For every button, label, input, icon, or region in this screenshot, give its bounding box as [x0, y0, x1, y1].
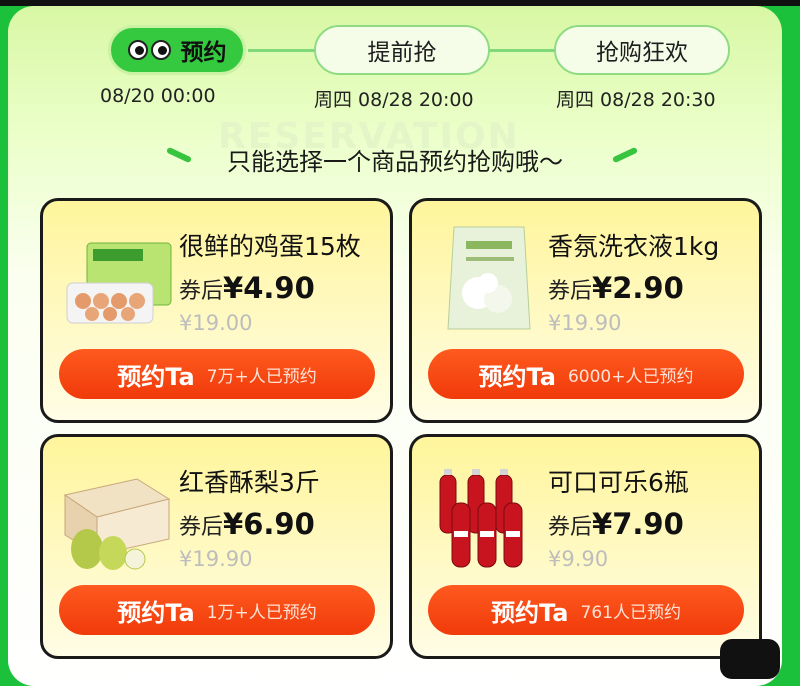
sale-price: ¥7.90 [592, 507, 684, 541]
pear-box-icon [63, 478, 171, 570]
product-name: 香氛洗衣液1kg [548, 232, 720, 261]
product-name: 红香酥梨3斤 [179, 468, 320, 497]
reserve-button-label: 预约Ta [491, 598, 569, 627]
price-row: 券后¥6.90 [179, 507, 315, 541]
reserve-count: 761人已预约 [580, 602, 681, 623]
product-card[interactable]: 红香酥梨3斤 券后¥6.90 ¥19.90 预约Ta 1万+人已预约 [40, 434, 393, 659]
step-label: 预约 [180, 40, 227, 66]
reserve-count: 6000+人已预约 [567, 366, 694, 387]
original-price: ¥19.00 [179, 311, 253, 335]
step-time: 08/20 00:00 [100, 85, 216, 107]
step-flash-sale[interactable]: 抢购狂欢 [554, 25, 730, 75]
sale-price: ¥2.90 [592, 271, 684, 305]
reservation-panel: 预约 提前抢 抢购狂欢 08/20 00:00 周四 08/28 20:00 周… [8, 6, 782, 686]
reservation-tagline: 只能选择一个商品预约抢购哦～ [227, 148, 563, 176]
original-price: ¥9.90 [548, 547, 609, 571]
reserve-button[interactable]: 预约Ta 761人已预约 [428, 585, 744, 635]
product-name: 可口可乐6瓶 [548, 468, 689, 497]
reserve-button[interactable]: 预约Ta 1万+人已预约 [59, 585, 375, 635]
detergent-pouch-icon [447, 226, 531, 330]
reserve-count: 7万+人已预约 [206, 366, 317, 387]
product-card[interactable]: 可口可乐6瓶 券后¥7.90 ¥9.90 预约Ta 761人已预约 [409, 434, 762, 659]
product-name: 很鲜的鸡蛋15枚 [179, 232, 361, 261]
step-timeline: 预约 提前抢 抢购狂欢 08/20 00:00 周四 08/28 20:00 周… [8, 6, 782, 126]
cola-bottles-icon [439, 469, 523, 568]
step-label: 提前抢 [367, 40, 437, 66]
original-price: ¥19.90 [179, 547, 253, 571]
eyes-icon [127, 40, 171, 60]
product-card[interactable]: 香氛洗衣液1kg 券后¥2.90 ¥19.90 预约Ta 6000+人已预约 [409, 198, 762, 423]
original-price: ¥19.90 [548, 311, 622, 335]
mascot-corner-icon [720, 639, 780, 679]
coupon-label: 券后 [548, 279, 593, 304]
sale-price: ¥4.90 [223, 271, 315, 305]
price-row: 券后¥7.90 [548, 507, 684, 541]
coupon-label: 券后 [179, 515, 224, 540]
step-reserve[interactable]: 预约 [108, 25, 246, 75]
reserve-button-label: 预约Ta [117, 598, 195, 627]
coupon-label: 券后 [179, 279, 224, 304]
price-row: 券后¥2.90 [548, 271, 684, 305]
price-row: 券后¥4.90 [179, 271, 315, 305]
step-label: 抢购狂欢 [596, 40, 688, 66]
reserve-button-label: 预约Ta [117, 362, 195, 391]
reserve-button-label: 预约Ta [478, 362, 556, 391]
coupon-label: 券后 [548, 515, 593, 540]
egg-box-icon [66, 242, 172, 324]
reserve-count: 1万+人已预约 [206, 602, 317, 623]
product-card[interactable]: 很鲜的鸡蛋15枚 券后¥4.90 ¥19.00 预约Ta 7万+人已预约 [40, 198, 393, 423]
reserve-button[interactable]: 预约Ta 6000+人已预约 [428, 349, 744, 399]
step-time: 周四 08/28 20:00 [314, 89, 474, 111]
step-early-grab[interactable]: 提前抢 [314, 25, 490, 75]
sale-price: ¥6.90 [223, 507, 315, 541]
reserve-button[interactable]: 预约Ta 7万+人已预约 [59, 349, 375, 399]
step-time: 周四 08/28 20:30 [556, 89, 716, 111]
